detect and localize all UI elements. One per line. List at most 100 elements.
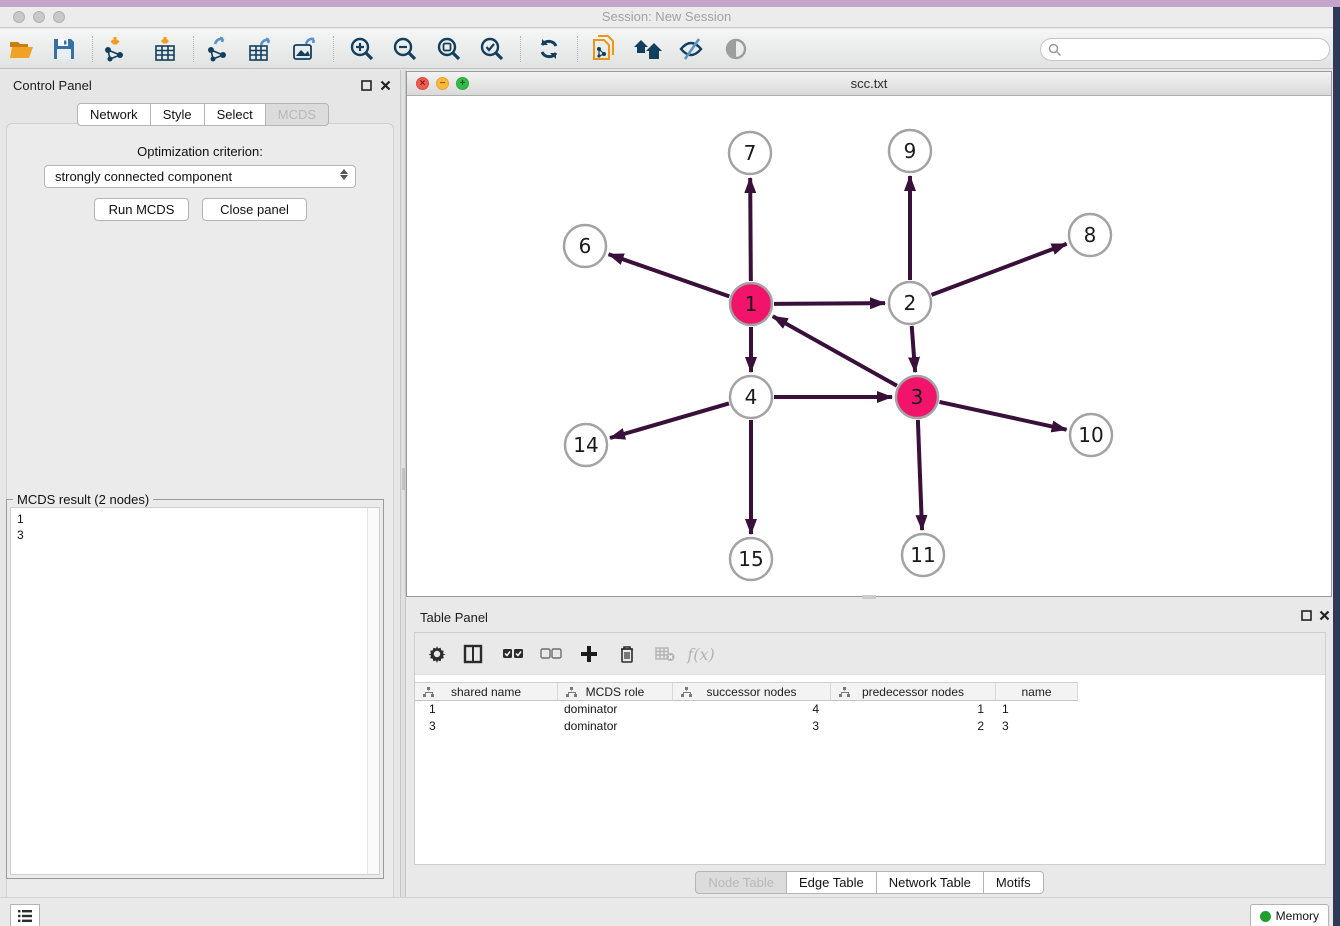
zoom-in-icon[interactable] bbox=[347, 36, 377, 62]
add-column-icon[interactable] bbox=[575, 641, 603, 667]
minimize-window-button[interactable] bbox=[33, 11, 45, 23]
table-cell[interactable]: 1 bbox=[996, 701, 1078, 718]
birds-eye-icon bbox=[721, 36, 751, 62]
delete-column-icon[interactable] bbox=[613, 641, 641, 667]
graph-canvas[interactable]: 1234678910111415 bbox=[407, 96, 1331, 596]
toolbar-separator bbox=[577, 36, 578, 62]
refresh-icon[interactable] bbox=[534, 36, 564, 62]
close-window-button[interactable] bbox=[13, 11, 25, 23]
search-input[interactable] bbox=[1040, 38, 1330, 61]
tab-style[interactable]: Style bbox=[151, 103, 205, 126]
table-row[interactable]: 3dominator323 bbox=[415, 718, 1325, 735]
table-cell[interactable]: 3 bbox=[996, 718, 1078, 735]
column-header-shared-name[interactable]: shared name bbox=[415, 682, 558, 701]
graph-edge-2-8[interactable] bbox=[932, 244, 1067, 295]
search-icon bbox=[1048, 43, 1062, 57]
table-cell[interactable]: dominator bbox=[558, 718, 673, 735]
tab-network[interactable]: Network bbox=[77, 103, 151, 126]
table-cell[interactable]: 1 bbox=[415, 701, 558, 718]
select-stepper-icon bbox=[340, 169, 348, 180]
mcds-result-lines: 13 bbox=[11, 508, 379, 543]
desktop-accent-strip bbox=[0, 0, 1340, 7]
table-body: 1dominator4113dominator323 bbox=[415, 701, 1325, 735]
table-cell[interactable]: dominator bbox=[558, 701, 673, 718]
graph-edge-1-7[interactable] bbox=[750, 178, 751, 281]
close-panel-icon[interactable] bbox=[378, 78, 392, 92]
maximize-window-button[interactable] bbox=[53, 11, 65, 23]
settings-gear-icon[interactable] bbox=[423, 641, 451, 667]
network-minimize-button[interactable]: − bbox=[436, 77, 449, 90]
zoom-selected-icon[interactable] bbox=[477, 36, 507, 62]
tab-mcds[interactable]: MCDS bbox=[266, 103, 329, 126]
export-network-icon[interactable] bbox=[203, 36, 233, 62]
graph-node-label: 9 bbox=[904, 139, 917, 163]
export-image-icon[interactable] bbox=[290, 36, 320, 62]
network-window-titlebar[interactable]: × − + scc.txt bbox=[407, 72, 1331, 96]
mcds-result-group: MCDS result (2 nodes) 13 bbox=[6, 499, 384, 879]
graph-edge-4-14[interactable] bbox=[610, 403, 729, 438]
network-close-button[interactable]: × bbox=[416, 77, 429, 90]
zoom-out-icon[interactable] bbox=[390, 36, 420, 62]
graph-edge-3-10[interactable] bbox=[939, 402, 1066, 430]
graph-edge-2-3[interactable] bbox=[912, 326, 915, 372]
table-cell[interactable]: 1 bbox=[831, 701, 996, 718]
network-window-title: scc.txt bbox=[407, 72, 1331, 95]
run-mcds-button[interactable]: Run MCDS bbox=[94, 198, 189, 221]
result-scrollbar[interactable] bbox=[367, 508, 379, 874]
float-table-panel-icon[interactable] bbox=[1299, 608, 1313, 622]
close-panel-button[interactable]: Close panel bbox=[202, 198, 307, 221]
import-table-icon[interactable] bbox=[150, 36, 180, 62]
column-header-predecessor-nodes[interactable]: predecessor nodes bbox=[831, 682, 996, 701]
table-cell[interactable]: 2 bbox=[831, 718, 996, 735]
table-row[interactable]: 1dominator411 bbox=[415, 701, 1325, 718]
tab-motifs[interactable]: Motifs bbox=[984, 871, 1044, 894]
tab-edge-table[interactable]: Edge Table bbox=[787, 871, 877, 894]
import-network-icon[interactable] bbox=[100, 36, 130, 62]
unselect-all-icon[interactable] bbox=[537, 641, 565, 667]
session-title: Session: New Session bbox=[0, 7, 1333, 27]
control-panel: Control Panel NetworkStyleSelectMCDS Opt… bbox=[0, 70, 400, 897]
tab-node-table[interactable]: Node Table bbox=[695, 871, 787, 894]
columns-icon[interactable] bbox=[459, 641, 487, 667]
mcds-result-box[interactable]: 13 bbox=[10, 507, 380, 875]
column-header-successor-nodes[interactable]: successor nodes bbox=[673, 682, 831, 701]
graph-edge-3-11[interactable] bbox=[918, 420, 922, 530]
close-table-panel-icon[interactable] bbox=[1317, 608, 1331, 622]
graph-edge-1-2[interactable] bbox=[774, 303, 885, 304]
criterion-select[interactable]: strongly connected component bbox=[44, 165, 356, 188]
save-icon[interactable] bbox=[49, 36, 79, 62]
float-panel-icon[interactable] bbox=[359, 78, 373, 92]
graph-edge-3-1[interactable] bbox=[773, 316, 897, 386]
column-header-MCDS-role[interactable]: MCDS role bbox=[558, 682, 673, 701]
tab-network-table[interactable]: Network Table bbox=[877, 871, 984, 894]
home-icon[interactable] bbox=[633, 36, 663, 62]
status-bar: Memory bbox=[0, 897, 1333, 926]
table-cell[interactable]: 3 bbox=[673, 718, 831, 735]
horizontal-splitter-handle[interactable] bbox=[862, 595, 876, 599]
graph-node-label: 2 bbox=[904, 291, 917, 315]
memory-button[interactable]: Memory bbox=[1250, 904, 1329, 926]
network-file-icon[interactable] bbox=[589, 36, 619, 62]
task-history-button[interactable] bbox=[10, 904, 40, 926]
optimization-criterion-label: Optimization criterion: bbox=[0, 144, 400, 159]
graph-node-label: 4 bbox=[745, 385, 758, 409]
tab-select[interactable]: Select bbox=[205, 103, 266, 126]
network-graph[interactable]: 1234678910111415 bbox=[407, 96, 1331, 596]
mcds-result-title: MCDS result (2 nodes) bbox=[13, 492, 153, 507]
zoom-fit-icon[interactable] bbox=[434, 36, 464, 62]
network-maximize-button[interactable]: + bbox=[456, 77, 469, 90]
select-all-icon[interactable] bbox=[499, 641, 527, 667]
table-panel-tabs: Node TableEdge TableNetwork TableMotifs bbox=[406, 871, 1333, 894]
graphics-details-icon[interactable] bbox=[676, 36, 706, 62]
table-panel: Table Panel bbox=[406, 603, 1333, 897]
graph-edge-1-6[interactable] bbox=[609, 254, 730, 296]
criterion-value: strongly connected component bbox=[55, 169, 232, 184]
export-table-icon[interactable] bbox=[246, 36, 276, 62]
table-cell[interactable]: 4 bbox=[673, 701, 831, 718]
splitter-handle[interactable] bbox=[402, 468, 405, 490]
column-header-name[interactable]: name bbox=[996, 682, 1078, 701]
open-folder-icon[interactable] bbox=[7, 36, 37, 62]
table-cell[interactable]: 3 bbox=[415, 718, 558, 735]
toolbar-separator bbox=[193, 36, 194, 62]
result-line: 3 bbox=[17, 527, 379, 543]
